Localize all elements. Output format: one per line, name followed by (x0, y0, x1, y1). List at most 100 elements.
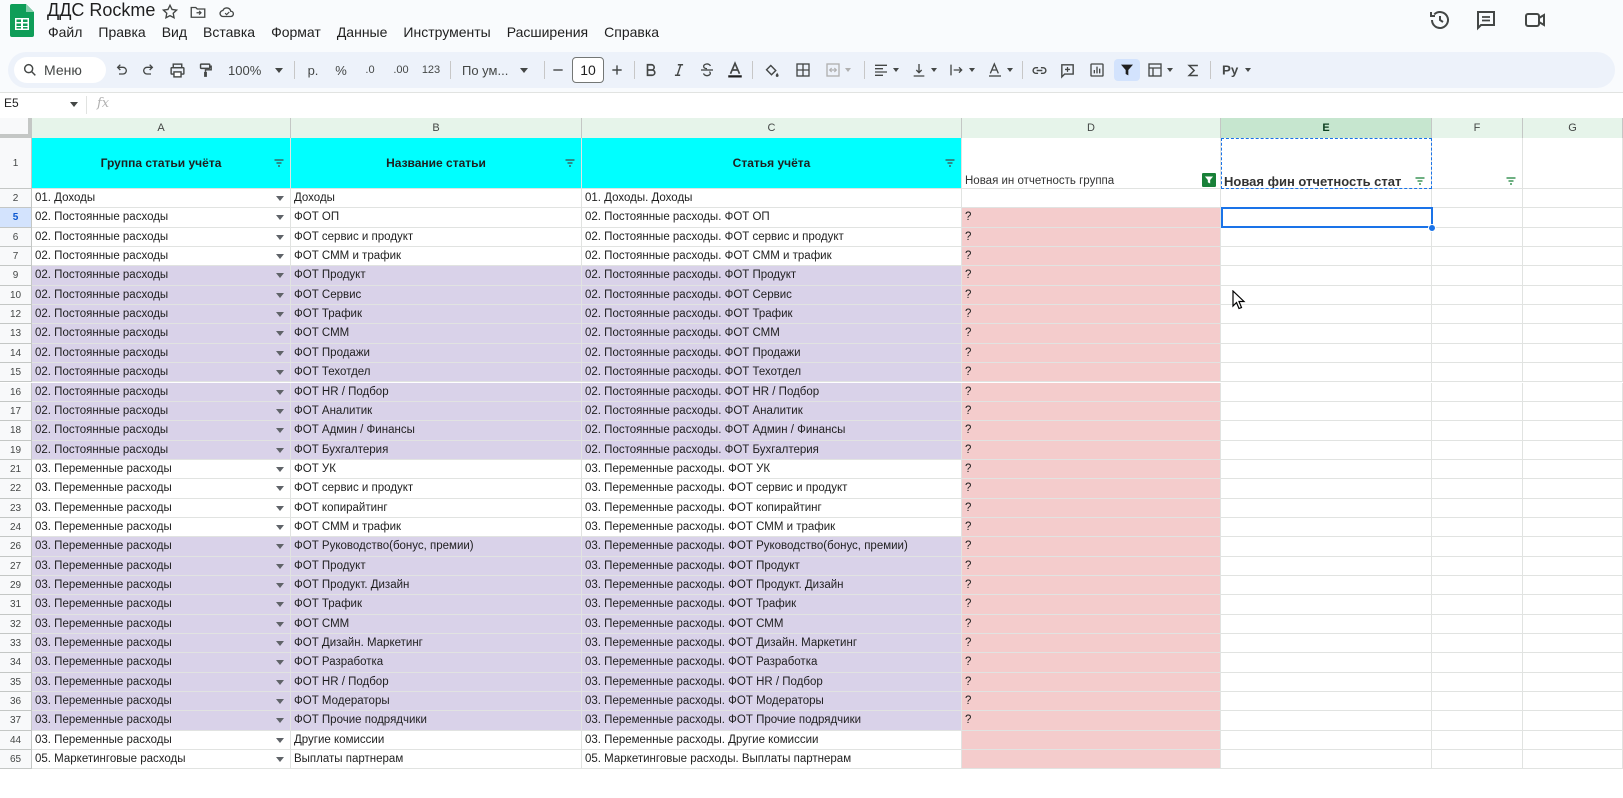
row-header-7[interactable]: 7 (0, 247, 32, 267)
cell-c65[interactable]: 05. Маркетинговые расходы. Выплаты партн… (582, 750, 962, 770)
paint-format-button[interactable] (194, 59, 216, 81)
header-cell-f[interactable] (1432, 138, 1523, 189)
dropdown-arrow-icon[interactable] (276, 641, 284, 647)
number-format-button[interactable]: 123 (418, 59, 444, 81)
cell-e2[interactable] (1221, 189, 1432, 209)
cell-c27[interactable]: 03. Переменные расходы. ФОТ Продукт (582, 556, 962, 576)
row-header-35[interactable]: 35 (0, 672, 32, 693)
cell-c6[interactable]: 02. Постоянные расходы. ФОТ сервис и про… (582, 227, 962, 248)
dropdown-arrow-icon[interactable] (276, 524, 284, 530)
cell-g44[interactable] (1523, 730, 1623, 751)
cell-c31[interactable]: 03. Переменные расходы. ФОТ Трафик (582, 595, 962, 615)
print-button[interactable] (166, 59, 188, 81)
cell-b29[interactable]: ФОТ Продукт. Дизайн (291, 576, 582, 596)
cell-e44[interactable] (1221, 730, 1432, 751)
row-header-23[interactable]: 23 (0, 498, 32, 518)
select-all-corner[interactable] (0, 118, 32, 138)
row-header-16[interactable]: 16 (0, 382, 32, 402)
dropdown-arrow-icon[interactable] (276, 466, 284, 472)
column-header-b[interactable]: B (291, 118, 582, 138)
row-header-1[interactable]: 1 (0, 138, 32, 189)
menu-view[interactable]: Вид (154, 23, 195, 41)
cell-g16[interactable] (1523, 382, 1623, 402)
row-header-65[interactable]: 65 (0, 750, 32, 770)
cell-a14[interactable]: 02. Постоянные расходы (32, 343, 291, 364)
cell-g22[interactable] (1523, 479, 1623, 499)
cell-f33[interactable] (1432, 634, 1523, 654)
cell-f5[interactable] (1432, 208, 1523, 228)
cell-f18[interactable] (1432, 421, 1523, 441)
cell-d23[interactable]: ? (962, 498, 1221, 518)
dropdown-arrow-icon[interactable] (276, 660, 284, 666)
cell-c33[interactable]: 03. Переменные расходы. ФОТ Дизайн. Марк… (582, 634, 962, 654)
cell-d7[interactable]: ? (962, 247, 1221, 267)
cloud-saved-icon[interactable] (218, 3, 236, 21)
cell-c16[interactable]: 02. Постоянные расходы. ФОТ HR / Подбор (582, 382, 962, 402)
header-cell-b[interactable]: Название статьи (291, 138, 582, 189)
cell-a35[interactable]: 03. Переменные расходы (32, 672, 291, 693)
cell-g2[interactable] (1523, 189, 1623, 209)
decrease-font-size-button[interactable] (549, 59, 567, 81)
cell-f44[interactable] (1432, 730, 1523, 751)
cell-d14[interactable]: ? (962, 343, 1221, 364)
cell-d33[interactable]: ? (962, 634, 1221, 654)
cell-g9[interactable] (1523, 266, 1623, 286)
star-icon[interactable] (161, 3, 179, 21)
vertical-align-button[interactable] (908, 59, 940, 81)
cell-f31[interactable] (1432, 595, 1523, 615)
strikethrough-button[interactable] (696, 59, 718, 81)
cell-b24[interactable]: ФОТ СММ и трафик (291, 517, 582, 538)
cell-d29[interactable]: ? (962, 576, 1221, 596)
cell-b33[interactable]: ФОТ Дизайн. Маркетинг (291, 634, 582, 654)
cell-b31[interactable]: ФОТ Трафик (291, 595, 582, 615)
cell-b12[interactable]: ФОТ Трафик (291, 305, 582, 325)
text-rotation-button[interactable] (984, 59, 1016, 81)
cell-e18[interactable] (1221, 421, 1432, 441)
name-box[interactable]: E5 (4, 96, 19, 110)
cell-b6[interactable]: ФОТ сервис и продукт (291, 227, 582, 248)
dropdown-arrow-icon[interactable] (276, 254, 284, 260)
row-header-6[interactable]: 6 (0, 227, 32, 248)
dropdown-arrow-icon[interactable] (276, 447, 284, 453)
row-header-33[interactable]: 33 (0, 634, 32, 654)
cell-d6[interactable]: ? (962, 227, 1221, 248)
row-header-44[interactable]: 44 (0, 730, 32, 751)
cell-d15[interactable]: ? (962, 363, 1221, 383)
cell-b65[interactable]: Выплаты партнерам (291, 750, 582, 770)
cell-e36[interactable] (1221, 692, 1432, 712)
row-header-29[interactable]: 29 (0, 576, 32, 596)
increase-decimal-button[interactable]: .00 (388, 59, 414, 81)
move-folder-icon[interactable] (189, 3, 207, 21)
cell-b22[interactable]: ФОТ сервис и продукт (291, 479, 582, 499)
cell-f23[interactable] (1432, 498, 1523, 518)
dropdown-arrow-icon[interactable] (276, 737, 284, 743)
column-header-g[interactable]: G (1523, 118, 1623, 138)
cell-c5[interactable]: 02. Постоянные расходы. ФОТ ОП (582, 208, 962, 228)
cell-e19[interactable] (1221, 440, 1432, 460)
dropdown-arrow-icon[interactable] (276, 215, 284, 221)
cell-d5[interactable]: ? (962, 208, 1221, 228)
cell-g6[interactable] (1523, 227, 1623, 248)
decrease-decimal-button[interactable]: .0 (358, 59, 382, 81)
cell-e26[interactable] (1221, 537, 1432, 557)
cell-g24[interactable] (1523, 517, 1623, 538)
cell-b16[interactable]: ФОТ HR / Подбор (291, 382, 582, 402)
menu-format[interactable]: Формат (263, 23, 329, 41)
cell-f34[interactable] (1432, 653, 1523, 673)
cell-g21[interactable] (1523, 459, 1623, 480)
cell-a17[interactable]: 02. Постоянные расходы (32, 401, 291, 422)
cell-a6[interactable]: 02. Постоянные расходы (32, 227, 291, 248)
cell-b15[interactable]: ФОТ Техотдел (291, 363, 582, 383)
dropdown-arrow-icon[interactable] (276, 389, 284, 395)
cell-a15[interactable]: 02. Постоянные расходы (32, 363, 291, 383)
row-header-15[interactable]: 15 (0, 363, 32, 383)
cell-g33[interactable] (1523, 634, 1623, 654)
cell-d37[interactable]: ? (962, 711, 1221, 731)
cell-d21[interactable]: ? (962, 459, 1221, 480)
cell-d22[interactable]: ? (962, 479, 1221, 499)
horizontal-align-button[interactable] (870, 59, 902, 81)
dropdown-arrow-icon[interactable] (276, 486, 284, 492)
filter-active-icon[interactable] (1202, 173, 1216, 187)
cell-g27[interactable] (1523, 556, 1623, 576)
dropdown-arrow-icon[interactable] (276, 699, 284, 705)
